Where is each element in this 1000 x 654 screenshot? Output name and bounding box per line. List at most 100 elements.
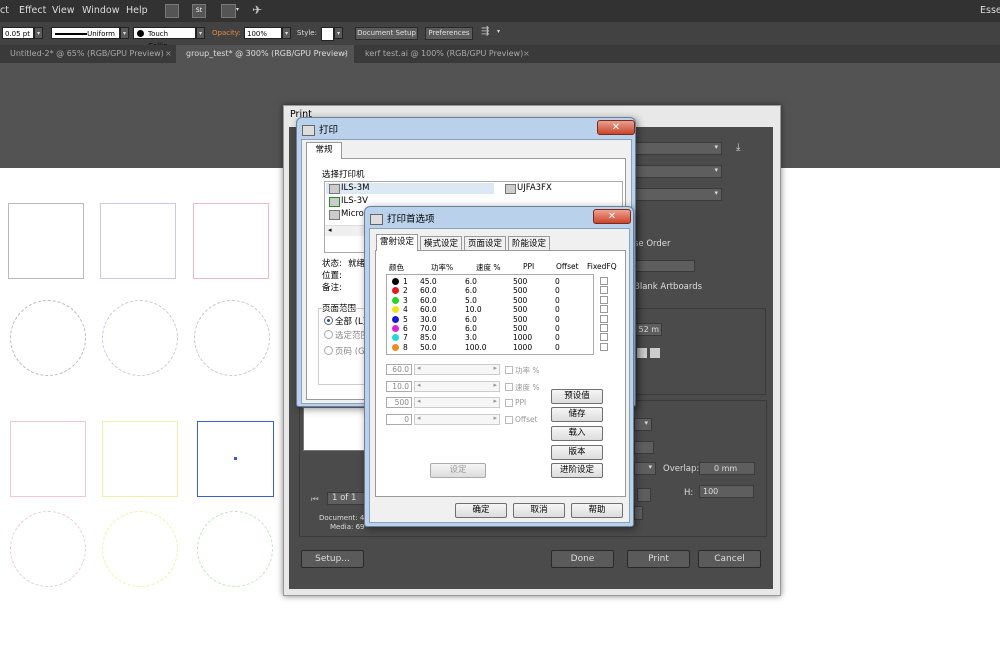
fixedfq-checkbox[interactable] xyxy=(600,342,608,351)
opacity-field[interactable]: 100% xyxy=(244,27,282,39)
fixedfq-checkbox[interactable] xyxy=(600,305,608,314)
slider-value-field[interactable]: 500 xyxy=(386,397,412,408)
fixedfq-checkbox[interactable] xyxy=(600,286,608,295)
height-field[interactable]: 100 xyxy=(699,485,754,498)
table-row[interactable]: 4 60.0 10.0 500 0 xyxy=(387,305,593,314)
table-row[interactable]: 1 45.0 6.0 500 0 xyxy=(387,277,593,286)
slider-value-field[interactable]: 10.0 xyxy=(386,380,412,392)
scroll-right-icon[interactable]: ▸ xyxy=(493,414,497,422)
brush-select[interactable]: Touch Callig... xyxy=(133,27,196,50)
version-button[interactable]: 版本 xyxy=(551,445,603,460)
range-field[interactable] xyxy=(634,260,695,272)
shape-circle[interactable] xyxy=(197,511,273,587)
media-width-field[interactable]: 52 m xyxy=(634,323,662,336)
menu-item-effect[interactable]: Effect xyxy=(19,5,46,16)
help-button[interactable]: 帮助 xyxy=(571,503,623,518)
selected-square[interactable] xyxy=(197,421,274,497)
pen-table[interactable]: 1 45.0 6.0 500 0 2 60.0 6.0 500 0 3 60.0 5.0 500 0 4 60.… xyxy=(386,274,594,355)
tab-untitled-2[interactable]: Untitled-2* @ 65% (RGB/GPU Preview) × xyxy=(0,45,175,63)
menu-item-view[interactable]: View xyxy=(52,5,75,16)
first-page-icon[interactable]: ⏮ xyxy=(311,495,319,505)
close-tab-icon[interactable]: × xyxy=(523,45,530,63)
chevron-down-icon[interactable]: ▾ xyxy=(282,27,291,39)
close-tab-icon[interactable]: × xyxy=(342,45,349,63)
scroll-left-icon[interactable]: ◂ xyxy=(328,226,332,234)
table-row[interactable]: 8 50.0 100.0 1000 0 xyxy=(387,343,593,352)
shape-square[interactable] xyxy=(193,203,269,279)
stroke-weight-field[interactable]: 0.05 pt xyxy=(2,27,34,39)
shape-square[interactable] xyxy=(102,421,178,497)
table-row[interactable]: 5 30.0 6.0 500 0 xyxy=(387,315,593,324)
close-tab-icon[interactable]: × xyxy=(165,45,172,63)
done-button[interactable]: Done xyxy=(551,550,614,568)
landscape-icon[interactable] xyxy=(650,348,660,358)
shape-circle[interactable] xyxy=(102,300,178,376)
document-setup-button[interactable]: Document Setup xyxy=(355,27,418,40)
default-values-button[interactable]: 预设值 xyxy=(551,389,603,404)
workspace-switcher[interactable]: Essen xyxy=(980,5,1000,16)
save-button[interactable]: 储存 xyxy=(551,407,603,422)
preset-select[interactable]: ▾ xyxy=(634,142,722,155)
menu-item-window[interactable]: Window xyxy=(82,5,119,16)
arrange-icon[interactable]: ⇶ xyxy=(481,26,489,37)
printer-item[interactable]: UJFA3FX xyxy=(517,183,552,193)
cancel-button[interactable]: Cancel xyxy=(698,550,761,568)
printer-select[interactable]: ▾ xyxy=(634,165,722,178)
arrange-documents-icon[interactable] xyxy=(221,4,236,18)
shape-circle[interactable] xyxy=(194,300,270,376)
chevron-down-icon[interactable]: ▾ xyxy=(334,27,343,39)
shape-square[interactable] xyxy=(100,203,176,279)
radio-all[interactable] xyxy=(324,316,333,325)
slider-value-field[interactable]: 60.0 xyxy=(386,364,412,375)
chevron-down-icon[interactable]: ▾ xyxy=(236,6,239,13)
tiling-field[interactable] xyxy=(634,441,654,454)
tab-general[interactable]: 常规 xyxy=(306,142,342,159)
shape-square[interactable] xyxy=(8,203,84,279)
printer-item[interactable]: ILS-3M xyxy=(341,183,369,193)
printer-item[interactable]: ILS-3V xyxy=(341,196,368,206)
scroll-left-icon[interactable]: ◂ xyxy=(417,397,421,405)
shape-square[interactable] xyxy=(10,421,86,497)
chevron-down-icon[interactable]: ▾ xyxy=(497,28,500,35)
cancel-button[interactable]: 取消 xyxy=(513,503,565,518)
stock-icon[interactable]: St xyxy=(192,4,206,18)
scroll-left-icon[interactable]: ◂ xyxy=(417,364,421,372)
advanced-settings-button[interactable]: 进阶设定 xyxy=(551,463,603,478)
overlap-field[interactable]: 0 mm xyxy=(699,462,755,475)
save-preset-icon[interactable]: ⤓ xyxy=(736,142,740,153)
slider-checkbox[interactable] xyxy=(505,415,513,424)
ok-button[interactable]: 确定 xyxy=(455,503,507,518)
slider-track[interactable]: ◂ ▸ xyxy=(414,364,500,375)
fixedfq-checkbox[interactable] xyxy=(600,324,608,332)
page-navigator[interactable]: 1 of 1 xyxy=(327,492,365,505)
fixedfq-checkbox[interactable] xyxy=(600,277,608,285)
tab-page-settings[interactable]: 页面设定 xyxy=(464,236,506,251)
table-row[interactable]: 6 70.0 6.0 500 0 xyxy=(387,324,593,333)
menu-item-help[interactable]: Help xyxy=(126,5,148,16)
tile-select[interactable]: ▾ xyxy=(634,462,656,475)
style-swatch[interactable] xyxy=(321,27,334,41)
print-button[interactable]: Print xyxy=(627,550,690,568)
menu-item-edit[interactable]: ct xyxy=(0,5,9,16)
fixedfq-checkbox[interactable] xyxy=(600,314,608,323)
tab-kerf-test[interactable]: kerf test.ai @ 100% (RGB/GPU Preview) × xyxy=(355,45,535,63)
slider-track[interactable]: ◂ ▸ xyxy=(414,380,500,392)
link-icon[interactable] xyxy=(637,488,651,502)
scroll-right-icon[interactable]: ▸ xyxy=(493,397,497,405)
slider-value-field[interactable]: 0 xyxy=(386,413,412,425)
table-row[interactable]: 7 85.0 3.0 1000 0 xyxy=(387,333,593,342)
radio-pages[interactable] xyxy=(324,346,333,355)
scroll-left-icon[interactable]: ◂ xyxy=(417,414,421,422)
tab-stage-settings[interactable]: 阶能设定 xyxy=(508,236,550,251)
slider-checkbox[interactable] xyxy=(505,399,513,407)
preferences-button[interactable]: Preferences xyxy=(425,27,473,40)
slider-track[interactable]: ◂ ▸ xyxy=(414,397,500,408)
shape-circle[interactable] xyxy=(10,300,86,376)
table-row[interactable]: 3 60.0 5.0 500 0 xyxy=(387,296,593,305)
gpu-rocket-icon[interactable]: ✈ xyxy=(252,3,262,17)
printer-item[interactable]: Micro xyxy=(341,209,364,219)
chevron-down-icon[interactable]: ▾ xyxy=(34,27,43,39)
opacity-label[interactable]: Opacity: xyxy=(212,29,241,37)
close-icon[interactable]: ✕ xyxy=(597,120,635,135)
ppd-select[interactable]: ▾ xyxy=(634,188,722,201)
